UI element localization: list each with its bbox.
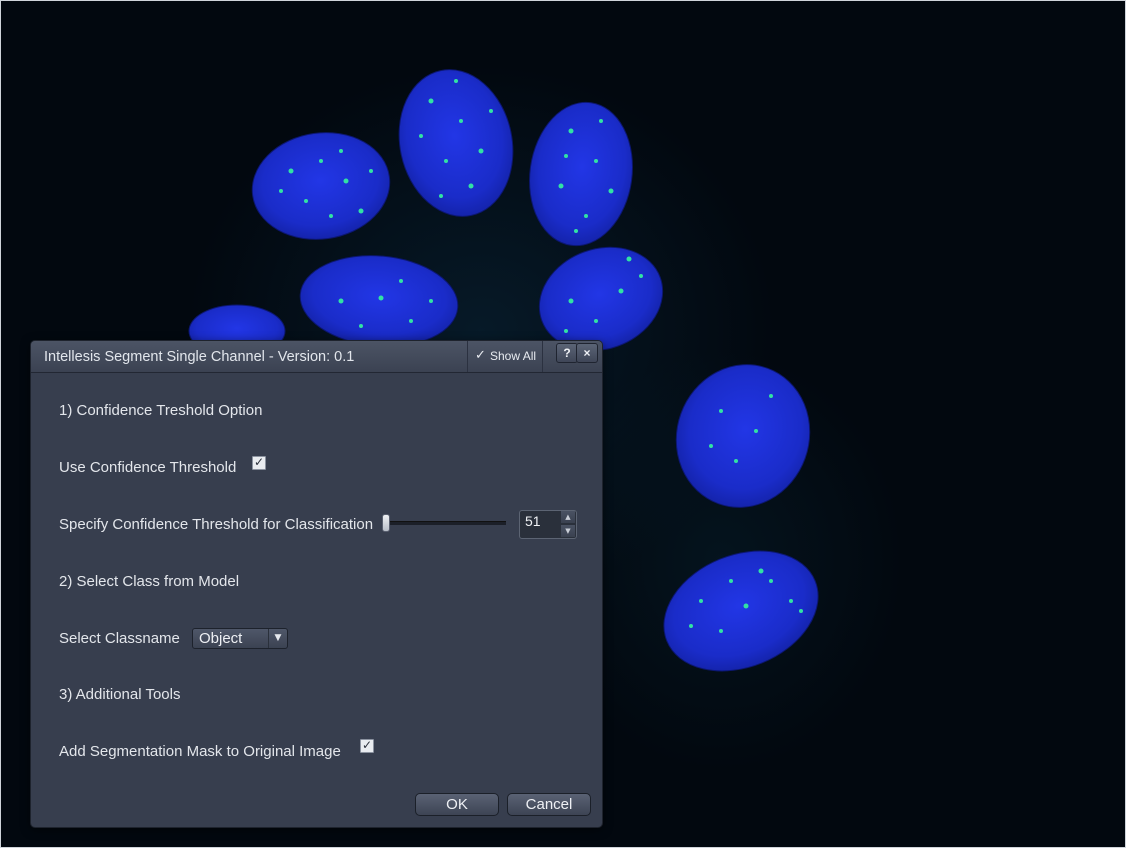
use-confidence-checkbox[interactable]: ✓: [252, 455, 266, 470]
chevron-down-icon: ▼: [268, 629, 287, 648]
section-tools-header: 3) Additional Tools: [59, 686, 181, 703]
select-classname-label: Select Classname: [59, 630, 180, 647]
nucleus: [299, 255, 459, 347]
nucleus: [398, 69, 514, 217]
use-confidence-label: Use Confidence Threshold: [59, 459, 237, 476]
close-button[interactable]: ×: [576, 343, 598, 363]
threshold-value[interactable]: 51: [525, 513, 541, 529]
section-class-header: 2) Select Class from Model: [59, 573, 240, 590]
add-mask-label: Add Segmentation Mask to Original Image: [59, 743, 341, 760]
dialog-title: Intellesis Segment Single Channel - Vers…: [44, 349, 355, 365]
add-mask-checkbox[interactable]: ✓: [360, 738, 374, 753]
nucleus: [251, 132, 391, 240]
dialog-titlebar[interactable]: Intellesis Segment Single Channel - Vers…: [31, 341, 602, 373]
segment-dialog: Intellesis Segment Single Channel - Vers…: [31, 341, 602, 827]
nucleus: [675, 364, 811, 508]
help-button[interactable]: ?: [556, 343, 578, 363]
checkmark-icon: ✓: [254, 455, 265, 469]
threshold-slider-track[interactable]: [386, 521, 506, 525]
nucleus: [529, 101, 633, 247]
nucleus: [663, 550, 819, 672]
spin-up-button[interactable]: ▲: [561, 511, 575, 523]
show-all-label: Show All: [490, 349, 537, 363]
ok-button[interactable]: OK: [415, 793, 499, 816]
classname-dropdown[interactable]: Object ▼: [192, 628, 288, 649]
show-all-toggle[interactable]: ✓ Show All: [467, 341, 543, 372]
spin-down-button[interactable]: ▼: [561, 525, 575, 537]
specify-threshold-label: Specify Confidence Threshold for Classif…: [59, 516, 374, 533]
cancel-button[interactable]: Cancel: [507, 793, 591, 816]
checkmark-icon: ✓: [475, 348, 486, 363]
section-confidence-header: 1) Confidence Treshold Option: [59, 402, 263, 419]
classname-value: Object: [199, 630, 243, 647]
threshold-slider-handle[interactable]: [382, 514, 390, 532]
image-viewport[interactable]: Intellesis Segment Single Channel - Vers…: [0, 0, 1126, 848]
checkmark-icon: ✓: [362, 738, 373, 752]
